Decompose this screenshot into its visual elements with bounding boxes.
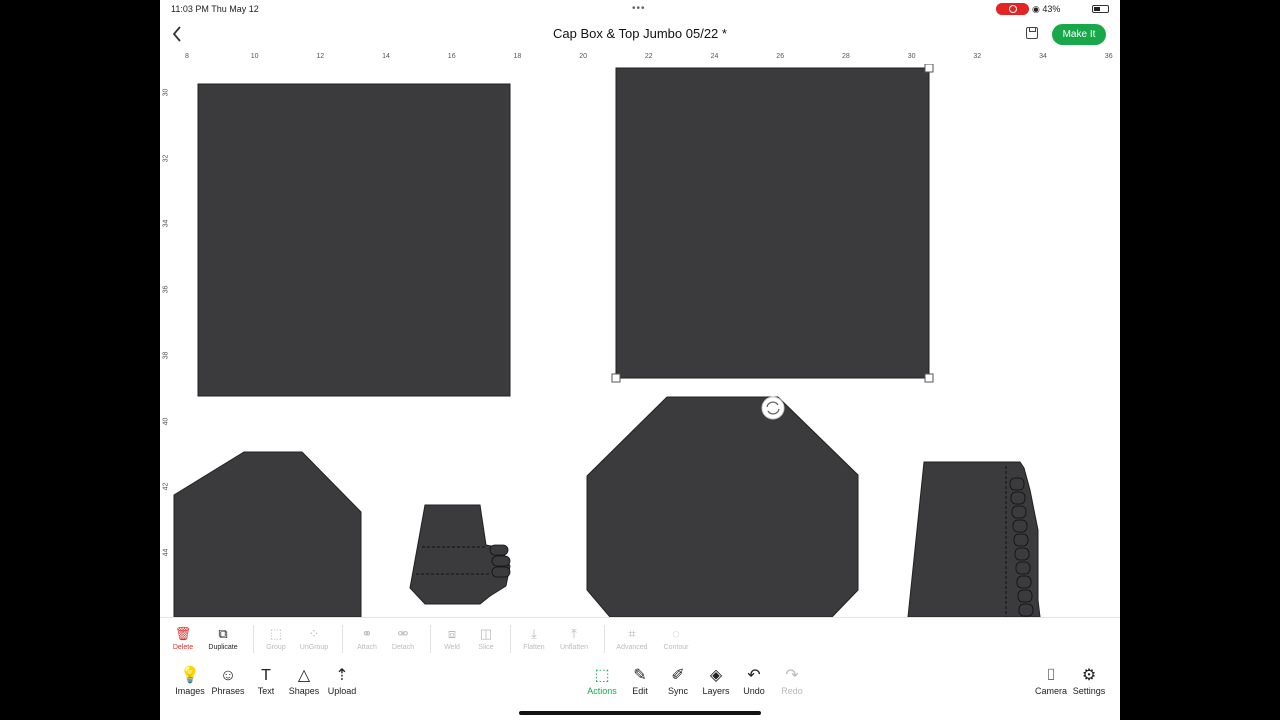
square-shape-selected[interactable] [615,67,930,379]
ruler-top-label: 12 [316,53,325,60]
toolbar-divider [160,617,1120,618]
status-indicators: ◉ 43% [1032,4,1061,14]
flatten-button[interactable]: ⤓ Flatten [514,625,554,651]
nav-redo[interactable]: ↷ Redo [770,666,814,696]
slice-button[interactable]: ◫ Slice [466,625,506,651]
ruler-top-label: 34 [1039,53,1047,60]
slice-icon: ◫ [479,626,493,641]
contour-icon: ◌ [672,626,680,641]
ruler-top-label: 16 [447,53,456,60]
upload-icon: ⇡ [335,667,349,684]
ruler-top-label: 14 [382,53,390,60]
group-button[interactable]: ⬚ Group [256,625,296,651]
back-button[interactable] [168,24,188,44]
make-it-button[interactable]: Make It [1052,24,1106,45]
octagon-shape-small[interactable] [173,451,362,618]
app-screen: 11:03 PM Thu May 12 ••• ◉ 43% Cap Box & … [160,0,1120,720]
ungroup-button[interactable]: ⁘ UnGroup [294,625,334,651]
attach-button[interactable]: ⚭ Attach [347,625,387,651]
duplicate-button[interactable]: ⧉ Duplicate [203,625,243,651]
nav-upload[interactable]: ⇡ Upload [320,666,364,696]
ruler-top-label: 20 [579,53,587,60]
duplicate-icon: ⧉ [218,626,228,641]
group-icon: ⬚ [269,626,283,641]
ruler-top-label: 32 [973,53,982,60]
ruler-top-label: 28 [842,53,850,60]
ruler-top-label: 26 [776,53,785,60]
octagon-shape-large[interactable] [586,396,859,618]
battery-icon [1092,5,1109,13]
ruler-top-label: 24 [710,53,719,60]
delete-button[interactable]: 🗑 Delete [163,625,203,651]
unflatten-icon: ⤒ [571,626,577,641]
square-shape-left[interactable] [197,83,511,397]
battery-level [1094,7,1100,11]
canvas-shapes [173,63,1041,618]
ruler-top-label: 18 [513,53,522,60]
detach-button[interactable]: ⚮ Detach [383,625,423,651]
selection-handle[interactable] [924,373,934,383]
gear-icon: ⚙ [1081,667,1097,684]
selection-handle[interactable] [611,373,621,383]
status-time: 11:03 PM Thu May 12 [171,4,259,14]
rotate-icon[interactable] [761,396,785,420]
trash-icon: 🗑 [174,626,192,641]
advanced-icon: ⌗ [628,626,636,641]
design-canvas[interactable] [160,63,1120,618]
ruler-top-label: 8 [185,53,189,60]
project-title: Cap Box & Top Jumbo 05/22 * [553,26,727,41]
selection-handle[interactable] [924,63,934,73]
ruler-top-label: 10 [250,53,259,60]
unflatten-button[interactable]: ⤒ Unflatten [554,625,594,651]
ungroup-icon: ⁘ [308,626,320,641]
advanced-button[interactable]: ⌗ Advanced [612,625,652,651]
save-icon[interactable] [1026,27,1038,39]
ruler-top-label: 30 [907,53,916,60]
contour-button[interactable]: ◌ Contour [656,625,696,651]
ruler-top-label: 36 [1104,53,1113,60]
ruler-top-label: 22 [644,53,653,60]
detach-icon: ⚮ [397,626,409,641]
home-indicator [519,711,761,715]
ruler-top: 8 10 12 14 16 18 20 22 24 26 28 30 32 34 36 [160,50,1120,64]
screen-recording-indicator [996,3,1029,15]
multitasking-dots[interactable]: ••• [632,3,646,14]
chevron-left-icon [172,26,181,42]
redo-icon: ↷ [785,667,799,684]
flatten-icon: ⤓ [531,626,537,641]
attach-icon: ⚭ [361,626,373,641]
nav-settings[interactable]: ⚙ Settings [1067,666,1111,696]
